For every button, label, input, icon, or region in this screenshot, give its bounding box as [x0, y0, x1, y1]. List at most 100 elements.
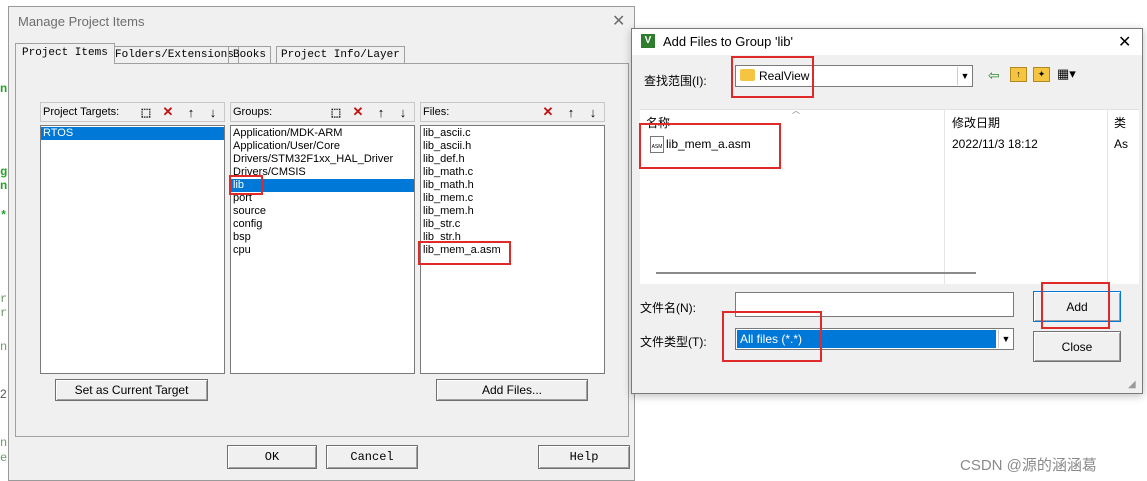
dialog-title-bar[interactable]: Manage Project Items ✕ — [9, 7, 634, 35]
targets-header: Project Targets: ⬚ ✕ ↑ ↓ — [40, 102, 225, 122]
file-item[interactable]: lib_math.c — [421, 166, 604, 179]
files-list[interactable]: lib_ascii.c lib_ascii.h lib_def.h lib_ma… — [420, 125, 605, 374]
groups-label: Groups: — [233, 106, 273, 118]
filetype-select[interactable]: All files (*.*) ▼ — [735, 328, 1014, 350]
add-files-dialog: V Add Files to Group 'lib' ✕ 查找范围(I): Re… — [631, 28, 1143, 394]
target-item[interactable]: RTOS — [41, 127, 224, 140]
view-menu-icon[interactable]: ▦▾ — [1057, 66, 1076, 82]
file-type: As — [1114, 137, 1129, 151]
tab-project-info-layer[interactable]: Project Info/Layer — [276, 46, 405, 64]
file-item[interactable]: lib_mem.c — [421, 192, 604, 205]
tab-folders-extensions[interactable]: Folders/Extensions — [110, 46, 239, 64]
filetype-label: 文件类型(T): — [640, 335, 707, 349]
bg-code-char: r — [0, 292, 8, 306]
chevron-down-icon[interactable]: ▼ — [998, 330, 1013, 348]
file-item[interactable]: lib_ascii.c — [421, 127, 604, 140]
tab-books[interactable]: Books — [228, 46, 272, 64]
targets-list[interactable]: RTOS — [40, 125, 225, 374]
filetype-value: All files (*.*) — [737, 330, 996, 348]
file-row[interactable]: ASM lib_mem_a.asm 2022/11/3 18:12 As — [640, 134, 1139, 154]
tab-label: Books — [233, 49, 267, 61]
new-icon[interactable]: ⬚ — [328, 104, 344, 120]
group-item[interactable]: cpu — [231, 244, 414, 257]
dialog-title: Manage Project Items — [18, 14, 145, 29]
group-item[interactable]: Drivers/CMSIS — [231, 166, 414, 179]
file-item[interactable]: lib_mem_a.asm — [421, 244, 604, 257]
asm-file-icon: ASM — [650, 136, 664, 153]
resize-grip-icon[interactable]: ◢ — [1128, 379, 1136, 390]
tab-label: Project Info/Layer — [281, 49, 400, 61]
close-button[interactable]: Close — [1033, 331, 1121, 362]
move-up-icon[interactable]: ↑ — [183, 104, 199, 120]
close-icon[interactable]: ✕ — [612, 11, 625, 31]
group-item[interactable]: port — [231, 192, 414, 205]
group-item[interactable]: source — [231, 205, 414, 218]
groups-list[interactable]: Application/MDK-ARM Application/User/Cor… — [230, 125, 415, 374]
add-button[interactable]: Add — [1033, 291, 1121, 322]
files-label: Files: — [423, 106, 450, 118]
ok-button[interactable]: OK — [227, 445, 317, 469]
file-item[interactable]: lib_math.h — [421, 179, 604, 192]
group-item[interactable]: Drivers/STM32F1xx_HAL_Driver — [231, 153, 414, 166]
group-item[interactable]: bsp — [231, 231, 414, 244]
dialog-title: Add Files to Group 'lib' — [663, 34, 793, 49]
file-item[interactable]: lib_str.h — [421, 231, 604, 244]
bg-code-char: e — [0, 451, 8, 465]
set-current-target-button[interactable]: Set as Current Target — [55, 379, 208, 401]
filename-input[interactable] — [735, 292, 1014, 317]
lookin-value: RealView — [759, 69, 810, 83]
dialog-title-bar[interactable]: V Add Files to Group 'lib' ✕ — [632, 29, 1142, 55]
button-label: OK — [264, 450, 280, 464]
files-header: Files: ✕ ↑ ↓ — [420, 102, 605, 122]
bg-code-char: r — [0, 306, 8, 320]
back-icon[interactable]: ⇦ — [988, 67, 1000, 84]
bg-code-char: * — [0, 209, 8, 223]
add-files-button[interactable]: Add Files... — [436, 379, 588, 401]
file-item[interactable]: lib_ascii.h — [421, 140, 604, 153]
help-button[interactable]: Help — [538, 445, 630, 469]
delete-icon[interactable]: ✕ — [540, 104, 556, 120]
new-folder-icon[interactable]: ✦ — [1033, 67, 1050, 82]
watermark: CSDN @源的涵涵葛 — [960, 457, 1097, 474]
lookin-combo[interactable]: RealView ▼ — [735, 65, 973, 87]
tab-panel: Project Targets: ⬚ ✕ ↑ ↓ RTOS Groups: ⬚ … — [15, 63, 629, 437]
delete-icon[interactable]: ✕ — [350, 104, 366, 120]
column-header-name[interactable]: 名称 — [646, 114, 670, 131]
button-label: Add Files... — [481, 383, 543, 397]
delete-icon[interactable]: ✕ — [160, 104, 176, 120]
groups-header: Groups: ⬚ ✕ ↑ ↓ — [230, 102, 415, 122]
move-up-icon[interactable]: ↑ — [563, 104, 579, 120]
bg-code-char: n — [0, 436, 8, 450]
button-label: Set as Current Target — [74, 383, 189, 397]
new-icon[interactable]: ⬚ — [138, 104, 154, 120]
file-item[interactable]: lib_mem.h — [421, 205, 604, 218]
chevron-down-icon[interactable]: ▼ — [957, 67, 972, 85]
group-item[interactable]: config — [231, 218, 414, 231]
move-up-icon[interactable]: ↑ — [373, 104, 389, 120]
targets-label: Project Targets: — [43, 106, 120, 118]
bg-code-char: n — [0, 340, 8, 354]
bg-code-char: g — [0, 165, 8, 179]
column-header-type[interactable]: 类 — [1114, 114, 1126, 131]
tab-project-items[interactable]: Project Items — [15, 43, 115, 64]
tab-label: Folders/Extensions — [115, 49, 234, 61]
move-down-icon[interactable]: ↓ — [395, 104, 411, 120]
bg-code-char: n — [0, 82, 8, 96]
group-item[interactable]: Application/User/Core — [231, 140, 414, 153]
filename-label: 文件名(N): — [640, 301, 696, 315]
close-icon[interactable]: ✕ — [1118, 32, 1131, 52]
up-folder-icon[interactable]: ↑ — [1010, 67, 1027, 82]
column-header-date[interactable]: 修改日期 — [952, 114, 1000, 131]
group-item[interactable]: Application/MDK-ARM — [231, 127, 414, 140]
move-down-icon[interactable]: ↓ — [585, 104, 601, 120]
horizontal-scrollbar[interactable] — [656, 272, 976, 274]
group-item-selected[interactable]: lib — [231, 179, 414, 192]
cancel-button[interactable]: Cancel — [326, 445, 418, 469]
file-item[interactable]: lib_str.c — [421, 218, 604, 231]
file-list-view[interactable]: ︿ 名称 修改日期 类 ASM lib_mem_a.asm 2022/11/3 … — [640, 106, 1139, 284]
lookin-label: 查找范围(I): — [644, 74, 707, 88]
bg-code-char: 2 — [0, 387, 7, 401]
file-item[interactable]: lib_def.h — [421, 153, 604, 166]
move-down-icon[interactable]: ↓ — [205, 104, 221, 120]
file-date: 2022/11/3 18:12 — [952, 137, 1038, 151]
